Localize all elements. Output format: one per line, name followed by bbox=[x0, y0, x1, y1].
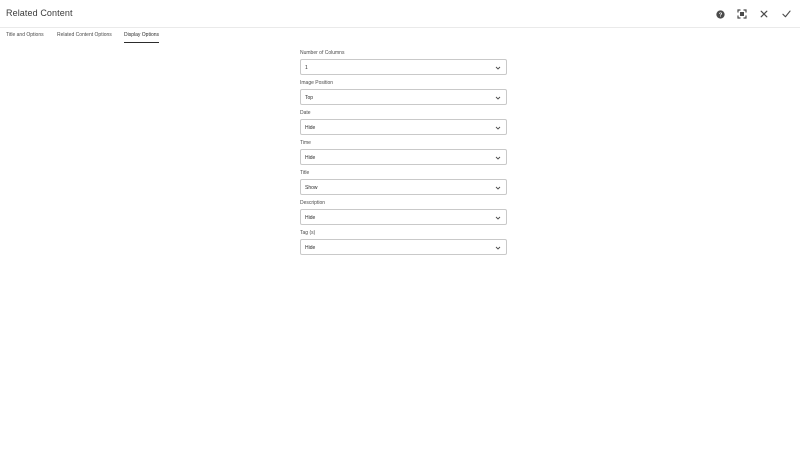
tab-bar: Title and Options Related Content Option… bbox=[0, 28, 800, 44]
title-select[interactable]: Show bbox=[300, 179, 507, 195]
dialog-header: Related Content ? bbox=[0, 0, 800, 28]
display-options-form: Number of Columns 1 Image Position Top D… bbox=[300, 50, 507, 260]
select-value: 1 bbox=[305, 65, 308, 71]
select-value: Hide bbox=[305, 245, 316, 251]
select-value: Hide bbox=[305, 125, 316, 131]
chevron-down-icon bbox=[495, 156, 501, 160]
time-select[interactable]: Hide bbox=[300, 149, 507, 165]
description-select[interactable]: Hide bbox=[300, 209, 507, 225]
field-tags: Tag (s) Hide bbox=[300, 230, 507, 255]
field-image-position: Image Position Top bbox=[300, 80, 507, 105]
image-position-select[interactable]: Top bbox=[300, 89, 507, 105]
field-label: Tag (s) bbox=[300, 230, 316, 236]
fullscreen-icon bbox=[737, 9, 747, 19]
field-number-of-columns: Number of Columns 1 bbox=[300, 50, 507, 75]
dialog-title: Related Content bbox=[6, 8, 73, 18]
number-of-columns-select[interactable]: 1 bbox=[300, 59, 507, 75]
help-icon: ? bbox=[715, 9, 725, 18]
chevron-down-icon bbox=[495, 126, 501, 130]
tags-select[interactable]: Hide bbox=[300, 239, 507, 255]
field-label: Time bbox=[300, 140, 311, 146]
help-button[interactable]: ? bbox=[712, 6, 728, 22]
done-button[interactable] bbox=[778, 6, 794, 22]
field-time: Time Hide bbox=[300, 140, 507, 165]
chevron-down-icon bbox=[495, 186, 501, 190]
select-value: Hide bbox=[305, 215, 316, 221]
select-value: Hide bbox=[305, 155, 316, 161]
tab-title-and-options[interactable]: Title and Options bbox=[6, 32, 44, 43]
close-icon bbox=[760, 10, 768, 18]
field-label: Number of Columns bbox=[300, 50, 345, 56]
field-description: Description Hide bbox=[300, 200, 507, 225]
field-title: Title Show bbox=[300, 170, 507, 195]
field-label: Description bbox=[300, 200, 326, 206]
field-label: Title bbox=[300, 170, 310, 176]
chevron-down-icon bbox=[495, 66, 501, 70]
tab-related-content-options[interactable]: Related Content Options bbox=[57, 32, 112, 43]
select-value: Show bbox=[305, 185, 318, 191]
fullscreen-button[interactable] bbox=[734, 6, 750, 22]
close-button[interactable] bbox=[756, 6, 772, 22]
chevron-down-icon bbox=[495, 96, 501, 100]
select-value: Top bbox=[305, 95, 314, 101]
checkmark-icon bbox=[781, 10, 791, 18]
date-select[interactable]: Hide bbox=[300, 119, 507, 135]
field-label: Image Position bbox=[300, 80, 334, 86]
chevron-down-icon bbox=[495, 216, 501, 220]
field-label: Date bbox=[300, 110, 311, 116]
field-date: Date Hide bbox=[300, 110, 507, 135]
header-actions: ? bbox=[712, 6, 794, 22]
chevron-down-icon bbox=[495, 246, 501, 250]
svg-text:?: ? bbox=[718, 12, 722, 18]
tab-display-options[interactable]: Display Options bbox=[124, 32, 160, 43]
